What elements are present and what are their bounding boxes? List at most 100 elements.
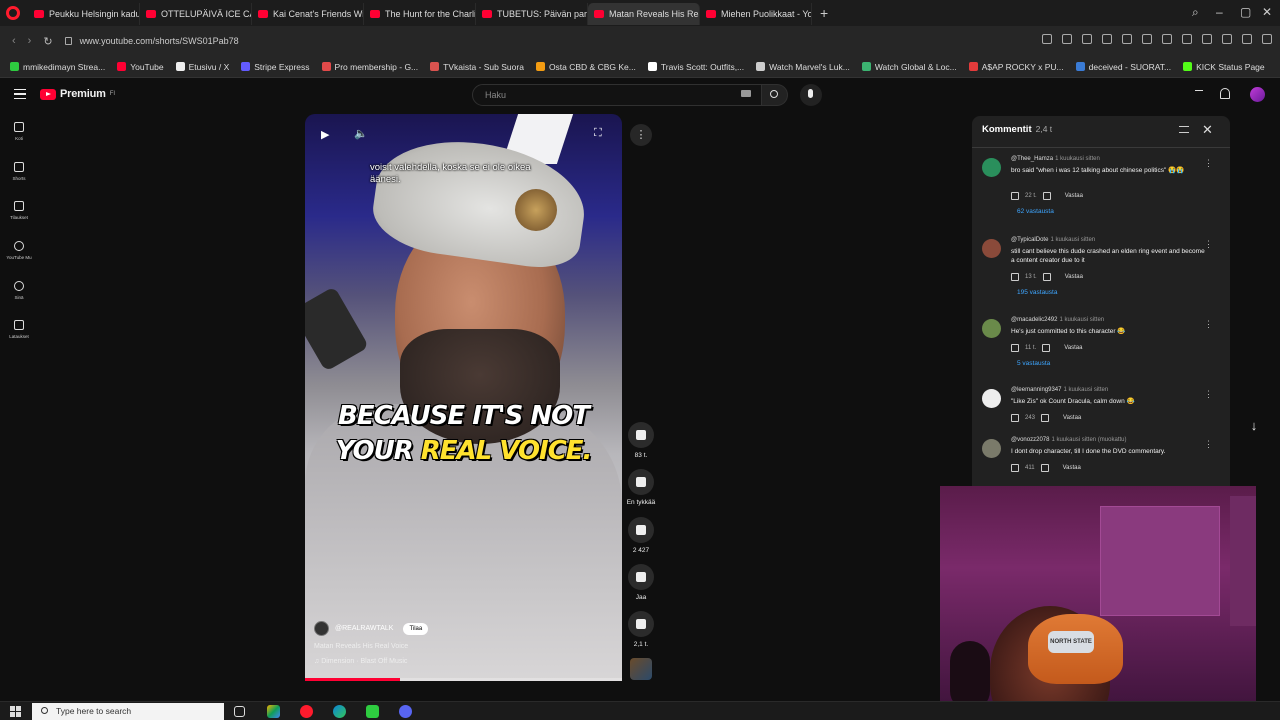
comment-menu-icon[interactable]: ⋮ xyxy=(1204,389,1213,400)
zoom-icon[interactable] xyxy=(1042,34,1052,44)
music-credit[interactable]: ♫ Dimension · Blast Off Music xyxy=(314,658,407,665)
commenter-avatar[interactable] xyxy=(982,439,1001,458)
browser-tab[interactable]: Peukku Helsingin kaduill× xyxy=(28,3,140,25)
comment-time[interactable]: 1 kuukausi sitten xyxy=(1050,237,1095,243)
heart-icon[interactable] xyxy=(1162,34,1172,44)
arrow-down-icon[interactable]: ↓ xyxy=(1244,418,1264,438)
close-window-button[interactable]: ✕ xyxy=(1262,5,1272,19)
bookmark-item[interactable]: Osta CBD & CBG Ke... xyxy=(535,62,636,72)
reply-button[interactable]: Vastaa xyxy=(1065,274,1083,280)
commenter-avatar[interactable] xyxy=(982,239,1001,258)
camera-icon[interactable] xyxy=(1082,34,1092,44)
sound-thumbnail[interactable] xyxy=(630,658,652,680)
wallet-icon[interactable] xyxy=(1222,34,1232,44)
bookmark-item[interactable]: deceived - SUORAT... xyxy=(1075,62,1171,72)
download-icon[interactable] xyxy=(1122,34,1132,44)
more-options-button[interactable]: ⋮ xyxy=(630,124,652,146)
thumbs-down-icon[interactable] xyxy=(1040,464,1049,472)
edge-app-icon[interactable] xyxy=(333,705,346,718)
commenter-avatar[interactable] xyxy=(982,158,1001,177)
photos-app-icon[interactable] xyxy=(267,705,280,718)
thumbs-up-icon[interactable] xyxy=(1011,464,1019,472)
bookmark-item[interactable]: Stripe Express xyxy=(241,62,310,72)
sidebar-item[interactable]: Sinä xyxy=(0,281,38,300)
bookmark-item[interactable]: mmikedimayn Strea... xyxy=(10,62,105,72)
sidebar-item[interactable]: Shorts xyxy=(0,162,38,181)
thumbs-up-icon[interactable] xyxy=(1011,414,1019,422)
task-view-icon[interactable] xyxy=(234,706,245,717)
bookmark-item[interactable]: Pro membership - G... xyxy=(321,62,418,72)
thumbs-up-icon[interactable] xyxy=(1011,273,1019,281)
comment-author[interactable]: @Thee_Hamza xyxy=(1011,156,1053,162)
comment-menu-icon[interactable]: ⋮ xyxy=(1204,239,1213,250)
sort-icon[interactable] xyxy=(1179,126,1189,133)
volume-icon[interactable]: 🔈 xyxy=(354,127,368,140)
thumbs-down-icon[interactable] xyxy=(1042,273,1051,281)
menu-lines-icon[interactable] xyxy=(1202,34,1212,44)
view-replies-button[interactable]: 195 vastausta xyxy=(1017,289,1057,296)
youtube-premium-logo[interactable]: Premium FI xyxy=(40,88,115,100)
reload-button[interactable]: ↻ xyxy=(43,35,52,48)
keyboard-icon[interactable] xyxy=(741,90,751,97)
thumbs-down-icon[interactable] xyxy=(1041,414,1050,422)
opera-app-icon[interactable] xyxy=(300,705,313,718)
play-button-icon[interactable]: ▶ xyxy=(321,128,329,141)
shorts-video-player[interactable]: ▶ 🔈 ⛶ voisit valehdella, koska se ei ole… xyxy=(305,114,622,681)
browser-tab[interactable]: Matan Reveals His Real V× xyxy=(588,3,700,25)
bookmark-item[interactable]: A$AP ROCKY x PU... xyxy=(968,62,1064,72)
search-input[interactable]: Haku xyxy=(472,84,762,106)
channel-avatar[interactable] xyxy=(314,621,329,636)
reply-button[interactable]: Vastaa xyxy=(1064,345,1082,351)
browser-tab[interactable]: Miehen Puolikkaat - YouT× xyxy=(700,3,812,25)
windows-start-icon[interactable] xyxy=(10,706,21,717)
fullscreen-icon[interactable]: ⛶ xyxy=(594,127,602,140)
thumbs-up-icon[interactable] xyxy=(1011,344,1019,352)
forward-button[interactable]: › xyxy=(28,35,32,47)
channel-name[interactable]: @REALRAWTALK xyxy=(335,625,393,632)
comment-author[interactable]: @TypicalDote xyxy=(1011,237,1048,243)
comment-time[interactable]: 1 kuukausi sitten xyxy=(1055,156,1100,162)
comment-menu-icon[interactable]: ⋮ xyxy=(1204,439,1213,450)
comments-button[interactable]: 2 427 xyxy=(624,517,658,554)
like-button[interactable]: 83 t. xyxy=(624,422,658,459)
search-button[interactable] xyxy=(762,84,788,106)
commenter-avatar[interactable] xyxy=(982,389,1001,408)
comment-time[interactable]: 1 kuukausi sitten xyxy=(1059,317,1104,323)
thumbs-down-icon[interactable] xyxy=(1042,344,1051,352)
comment-menu-icon[interactable]: ⋮ xyxy=(1204,158,1213,169)
minimize-button[interactable]: – xyxy=(1216,5,1223,19)
discord-app-icon[interactable] xyxy=(399,705,412,718)
short-title[interactable]: Matan Reveals His Real Voice xyxy=(314,643,408,650)
comment-time[interactable]: 1 kuukausi sitten xyxy=(1063,387,1108,393)
sidebar-item[interactable]: Lataukset xyxy=(0,320,38,339)
app-icon[interactable] xyxy=(366,705,379,718)
account-avatar[interactable] xyxy=(1250,87,1265,102)
bookmark-item[interactable]: Travis Scott: Outfits,... xyxy=(647,62,744,72)
opera-logo-icon[interactable] xyxy=(6,6,20,20)
share-button[interactable]: Jaa xyxy=(624,564,658,601)
aria-icon[interactable] xyxy=(1242,34,1252,44)
view-replies-button[interactable]: 5 vastausta xyxy=(1017,360,1050,367)
bookmark-item[interactable]: Etusivu / X xyxy=(175,62,229,72)
new-tab-button[interactable]: + xyxy=(820,5,828,21)
browser-tab[interactable]: TUBETUS: Päivän parhaat× xyxy=(476,3,588,25)
bookmark-item[interactable]: TVkaista - Sub Suora xyxy=(430,62,524,72)
bookmark-item[interactable]: KICK Status Page xyxy=(1183,62,1265,72)
thumbs-up-icon[interactable] xyxy=(1011,192,1019,200)
upload-icon[interactable] xyxy=(1195,90,1203,100)
comment-author[interactable]: @vonozz2078 xyxy=(1011,437,1049,443)
remix-button[interactable]: 2,1 t. xyxy=(624,611,658,648)
close-icon[interactable]: ✕ xyxy=(1202,122,1213,138)
bookmark-item[interactable]: Watch Marvel's Luk... xyxy=(756,62,850,72)
commenter-avatar[interactable] xyxy=(982,319,1001,338)
edit-icon[interactable] xyxy=(1062,34,1072,44)
settings-icon[interactable] xyxy=(1262,34,1272,44)
reply-button[interactable]: Vastaa xyxy=(1063,465,1081,471)
comment-author[interactable]: @leemanning9347 xyxy=(1011,387,1061,393)
browser-tab[interactable]: The Hunt for the Charlie× xyxy=(364,3,476,25)
browser-tab[interactable]: OTTELUPÄIVÄ ICE CAGE 5× xyxy=(140,3,252,25)
notifications-bell-icon[interactable] xyxy=(1220,88,1230,99)
sidebar-item[interactable]: Koti xyxy=(0,122,38,141)
video-progress-bar[interactable] xyxy=(305,678,622,681)
extension-icon[interactable] xyxy=(1102,34,1112,44)
